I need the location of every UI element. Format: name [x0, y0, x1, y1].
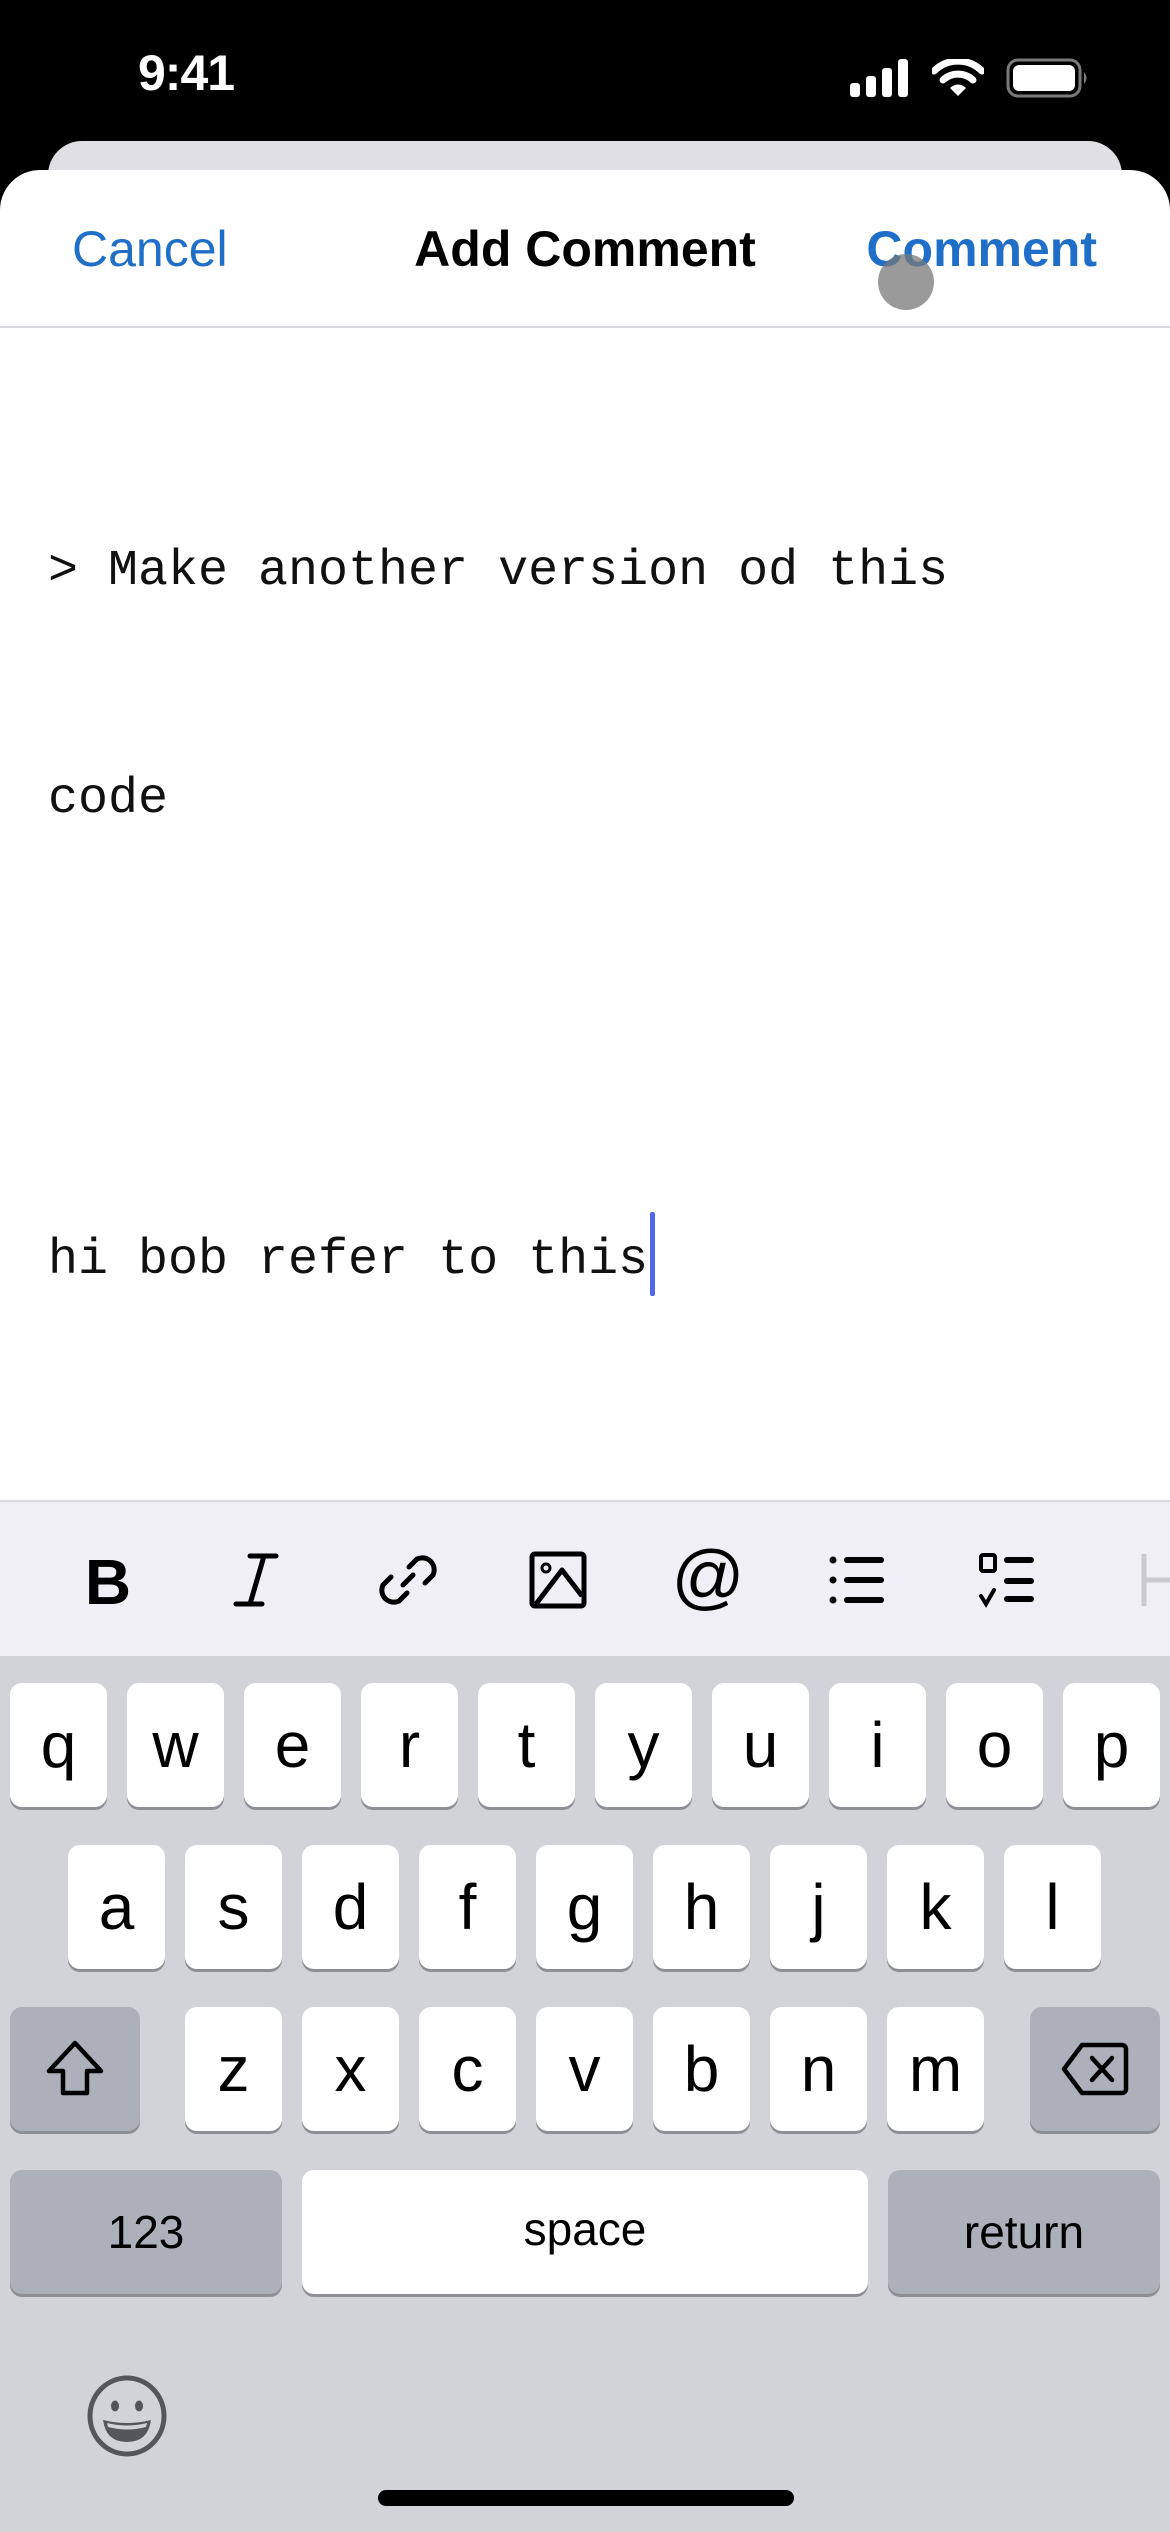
- key-r[interactable]: r: [361, 1683, 458, 1807]
- editor-line-current: hi bob refer to this: [48, 1212, 1128, 1302]
- key-e[interactable]: e: [244, 1683, 341, 1807]
- key-g[interactable]: g: [536, 1845, 633, 1969]
- key-h[interactable]: h: [653, 1845, 750, 1969]
- italic-icon: [233, 1553, 279, 1607]
- delete-key[interactable]: [1030, 2007, 1160, 2131]
- key-j[interactable]: j: [770, 1845, 867, 1969]
- key-a[interactable]: a: [68, 1845, 165, 1969]
- editor-line: code: [48, 771, 169, 828]
- svg-text:B: B: [85, 1548, 131, 1612]
- at-sign-icon: @: [673, 1545, 743, 1615]
- wifi-icon: [932, 59, 984, 96]
- mention-button[interactable]: @: [668, 1540, 748, 1620]
- heading-button[interactable]: [1118, 1540, 1170, 1620]
- key-p[interactable]: p: [1063, 1683, 1160, 1807]
- touch-indicator: [878, 254, 934, 310]
- formatting-toolbar: B @: [0, 1500, 1170, 1658]
- key-s[interactable]: s: [185, 1845, 282, 1969]
- bold-icon: B: [85, 1548, 131, 1612]
- key-z[interactable]: z: [185, 2007, 282, 2131]
- editor-line-text: hi bob refer to this: [48, 1232, 649, 1290]
- battery-icon: [1006, 58, 1087, 98]
- italic-button[interactable]: [216, 1540, 296, 1620]
- shift-key[interactable]: [10, 2007, 140, 2131]
- heading-icon: [1141, 1554, 1170, 1606]
- key-m[interactable]: m: [887, 2007, 984, 2131]
- key-o[interactable]: o: [946, 1683, 1043, 1807]
- numbers-key[interactable]: 123: [10, 2170, 282, 2294]
- key-k[interactable]: k: [887, 1845, 984, 1969]
- key-t[interactable]: t: [478, 1683, 575, 1807]
- key-c[interactable]: c: [419, 2007, 516, 2131]
- status-bar: 9:41: [0, 0, 1170, 140]
- link-button[interactable]: [368, 1540, 448, 1620]
- bullet-list-icon: [829, 1556, 884, 1604]
- key-y[interactable]: y: [595, 1683, 692, 1807]
- image-icon: [529, 1551, 587, 1609]
- backspace-icon: [1061, 2042, 1129, 2096]
- image-button[interactable]: [518, 1540, 598, 1620]
- bold-button[interactable]: B: [68, 1540, 148, 1620]
- shift-icon: [46, 2040, 104, 2096]
- editor-line: > Make another version od this: [48, 543, 949, 600]
- cellular-signal-icon: [850, 59, 908, 97]
- return-key[interactable]: return: [888, 2170, 1160, 2294]
- bulleted-list-button[interactable]: [818, 1540, 898, 1620]
- status-time: 9:41: [138, 45, 235, 101]
- link-icon: [379, 1555, 437, 1605]
- key-n[interactable]: n: [770, 2007, 867, 2131]
- key-l[interactable]: l: [1004, 1845, 1101, 1969]
- comment-text-editor[interactable]: > Make another version od this code hi b…: [48, 382, 1128, 1454]
- space-key[interactable]: space: [302, 2170, 868, 2294]
- key-w[interactable]: w: [127, 1683, 224, 1807]
- text-caret: [650, 1212, 656, 1296]
- key-x[interactable]: x: [302, 2007, 399, 2131]
- key-q[interactable]: q: [10, 1683, 107, 1807]
- key-i[interactable]: i: [829, 1683, 926, 1807]
- key-d[interactable]: d: [302, 1845, 399, 1969]
- svg-text:@: @: [673, 1545, 743, 1615]
- checklist-icon: [979, 1553, 1034, 1608]
- emoji-icon: [87, 2375, 167, 2457]
- key-f[interactable]: f: [419, 1845, 516, 1969]
- status-icons: [850, 58, 1090, 98]
- key-b[interactable]: b: [653, 2007, 750, 2131]
- key-v[interactable]: v: [536, 2007, 633, 2131]
- emoji-button[interactable]: [86, 2374, 168, 2458]
- task-list-button[interactable]: [968, 1540, 1048, 1620]
- key-u[interactable]: u: [712, 1683, 809, 1807]
- home-indicator: [378, 2490, 794, 2506]
- nav-bar: Cancel Add Comment Comment: [0, 170, 1170, 328]
